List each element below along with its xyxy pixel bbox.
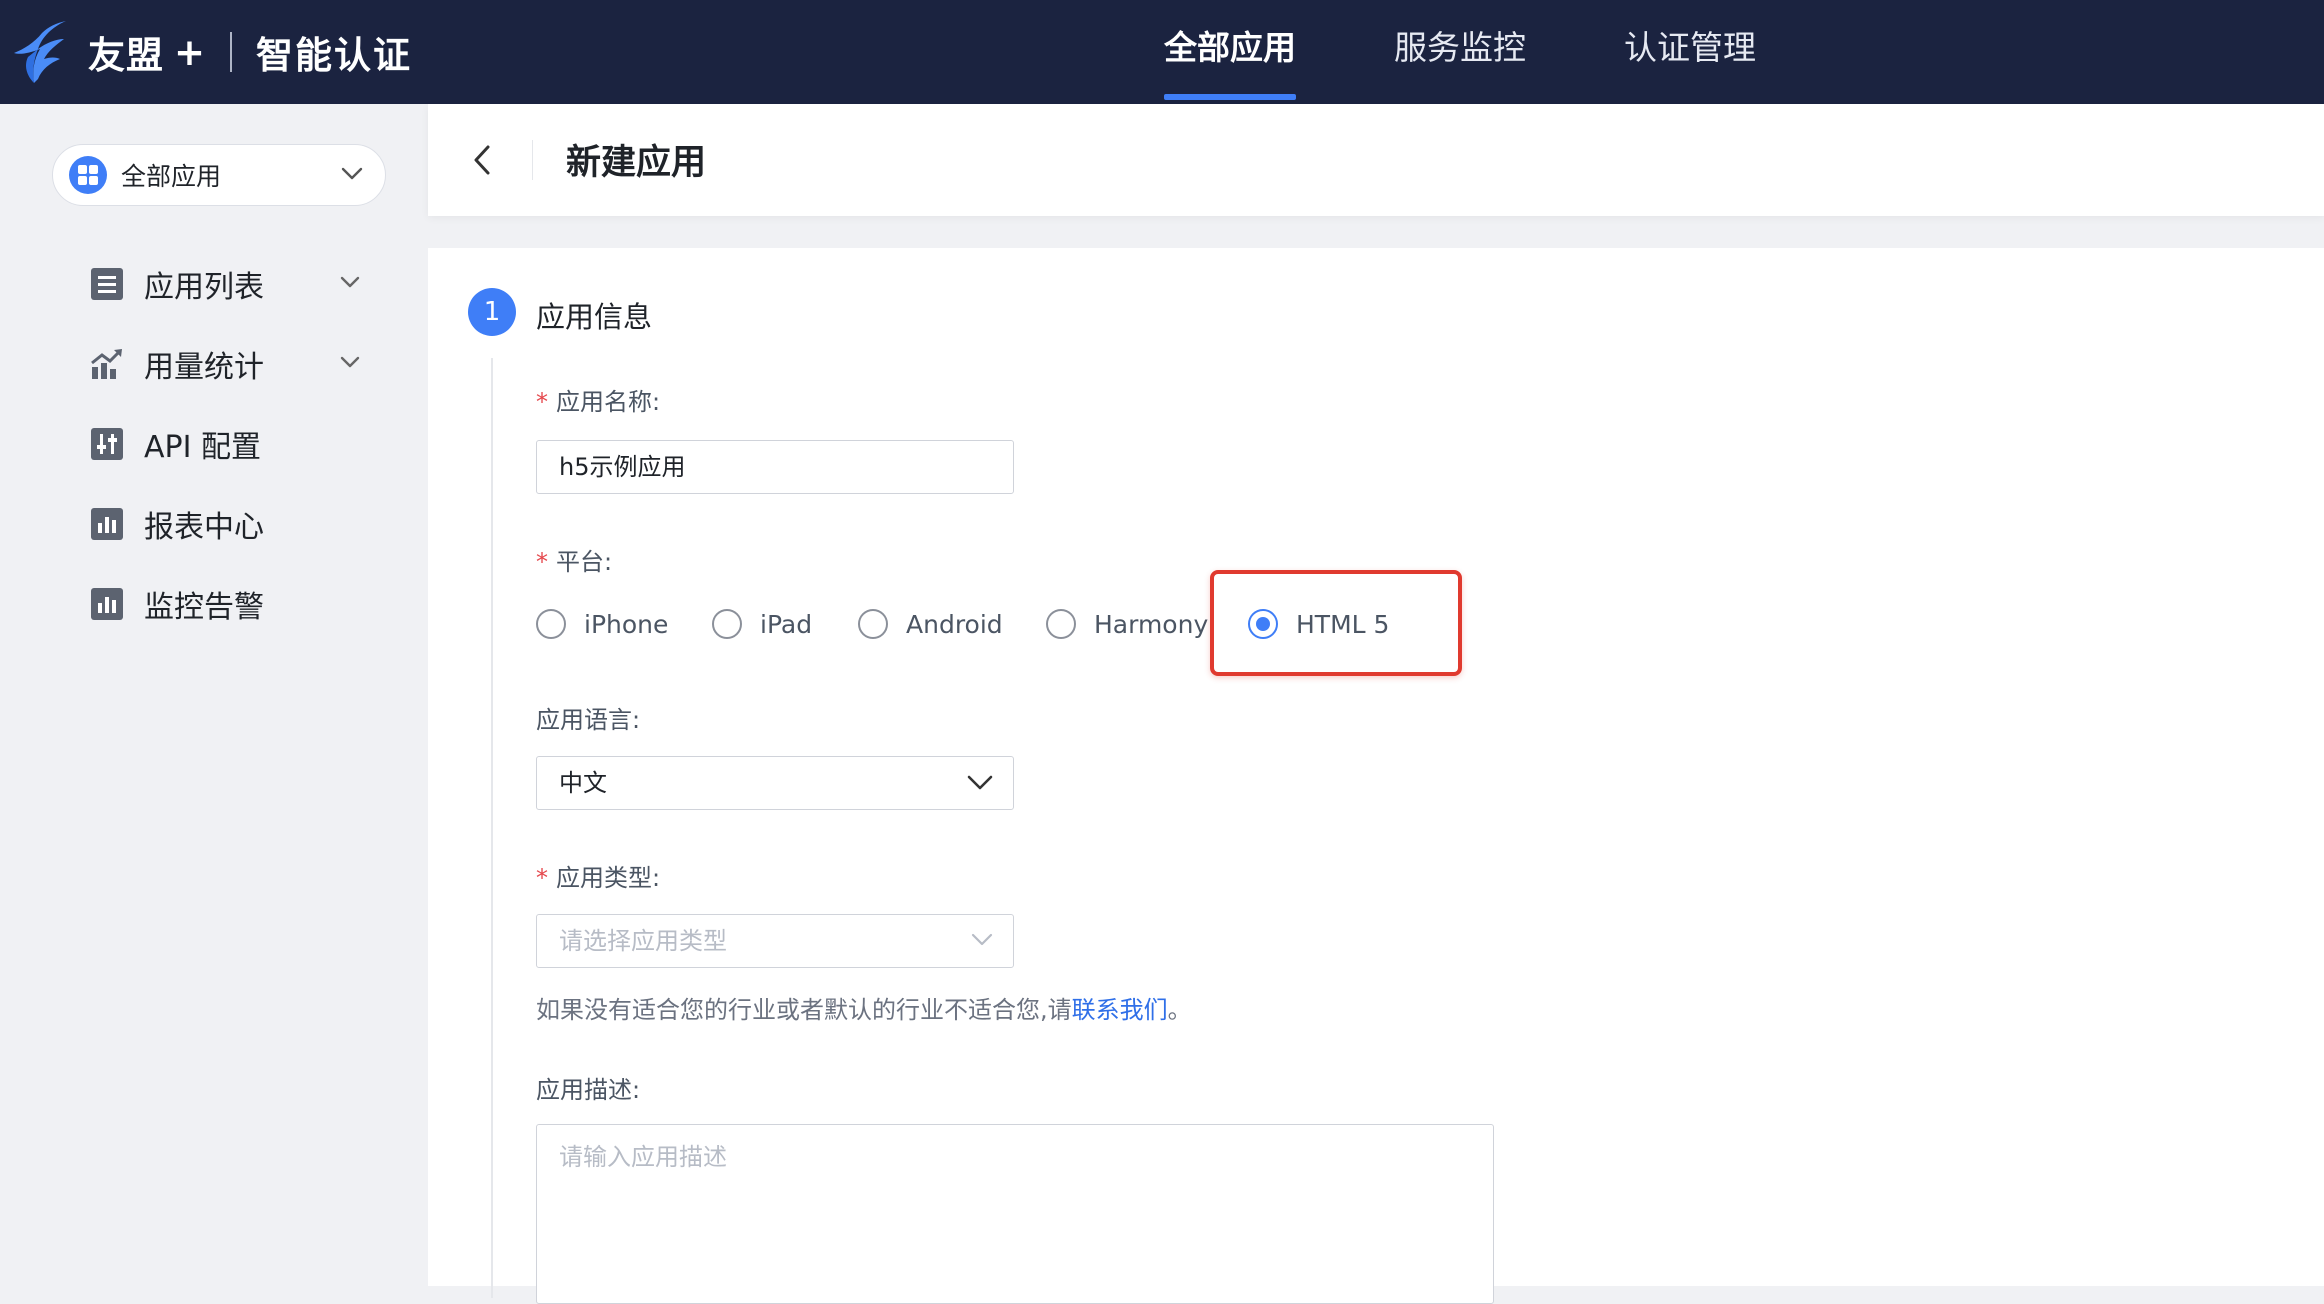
api-config-icon	[91, 428, 123, 460]
language-label: 应用语言:	[536, 706, 641, 734]
hint-end: 。	[1167, 996, 1192, 1024]
chevron-down-icon	[340, 356, 360, 368]
app-selector[interactable]: 全部应用	[52, 144, 386, 206]
app-type-label: * 应用类型:	[536, 858, 660, 893]
sidebar-item-report-center[interactable]: 报表中心	[90, 484, 360, 564]
sidebar-item-label: API 配置	[144, 430, 261, 465]
required-mark: *	[536, 388, 548, 416]
nav-service-monitor[interactable]: 服务监控	[1394, 0, 1526, 104]
sidebar-item-usage-stats[interactable]: 用量统计	[90, 324, 360, 404]
app-selector-label: 全部应用	[121, 162, 222, 191]
sidebar: 全部应用 应用列表 用量统计 API 配置 报表中心 监控告警	[0, 104, 428, 1286]
step-number-badge: 1	[468, 288, 516, 336]
header-divider	[532, 140, 533, 180]
platform-radio-android[interactable]: Android	[858, 604, 1003, 644]
trend-chart-icon	[91, 349, 122, 379]
nav-all-apps[interactable]: 全部应用	[1164, 0, 1296, 104]
page-header: 新建应用	[428, 104, 2324, 216]
app-type-select[interactable]: 请选择应用类型	[536, 914, 1014, 968]
top-bar: 友盟 + 智能认证 全部应用 服务监控 认证管理	[0, 0, 2324, 104]
brand-plus: +	[174, 30, 207, 74]
sidebar-item-label: 报表中心	[144, 510, 264, 545]
nav-auth-management[interactable]: 认证管理	[1624, 0, 1756, 104]
chevron-down-icon	[341, 167, 363, 180]
radio-circle	[1046, 609, 1076, 639]
bar-chart-icon	[91, 588, 123, 620]
radio-circle	[712, 609, 742, 639]
required-mark: *	[536, 864, 548, 892]
platform-radio-harmony[interactable]: Harmony	[1046, 604, 1208, 644]
app-type-label-text: 应用类型:	[556, 864, 661, 892]
language-select[interactable]: 中文	[536, 756, 1014, 810]
chevron-down-icon	[340, 276, 360, 288]
app-name-input[interactable]: h5示例应用	[536, 440, 1014, 494]
radio-circle	[536, 609, 566, 639]
grid-icon	[69, 156, 107, 194]
bar-chart-icon	[91, 508, 123, 540]
page-title: 新建应用	[566, 143, 707, 183]
chevron-down-icon	[971, 933, 993, 946]
required-mark: *	[536, 548, 548, 576]
app-name-label: * 应用名称:	[536, 382, 660, 417]
sidebar-item-label: 监控告警	[144, 590, 264, 625]
sidebar-item-app-list[interactable]: 应用列表	[90, 244, 360, 324]
radio-label: Android	[906, 609, 1003, 639]
platform-label: * 平台:	[536, 542, 612, 577]
umeng-logo-icon	[14, 21, 66, 83]
radio-label: Harmony	[1094, 609, 1209, 639]
brand-name: 友盟	[88, 34, 164, 77]
description-label: 应用描述:	[536, 1076, 641, 1104]
contact-us-link[interactable]: 联系我们	[1072, 996, 1168, 1024]
back-arrow-icon[interactable]	[472, 144, 492, 176]
radio-circle	[858, 609, 888, 639]
html5-highlight-box	[1210, 570, 1462, 676]
step-title: 应用信息	[536, 300, 653, 334]
radio-label: iPad	[760, 609, 813, 639]
app-info-form: 1 应用信息 * 应用名称: h5示例应用 * 平台: iPhone iPad An…	[428, 248, 2324, 1304]
app-name-label-text: 应用名称:	[556, 388, 661, 416]
industry-hint: 如果没有适合您的行业或者默认的行业不适合您,请联系我们。	[536, 990, 1192, 1025]
brand-product: 智能认证	[256, 34, 413, 77]
step-connector-line	[491, 358, 493, 1298]
description-textarea[interactable]: 请输入应用描述	[536, 1124, 1494, 1304]
brand[interactable]: 友盟 + 智能认证	[12, 0, 412, 104]
brand-divider	[230, 32, 233, 72]
list-icon	[91, 268, 123, 300]
language-select-value: 中文	[559, 769, 607, 797]
platform-radio-ipad[interactable]: iPad	[712, 604, 812, 644]
chevron-down-icon	[967, 775, 993, 790]
sidebar-item-api-config[interactable]: API 配置	[90, 404, 360, 484]
radio-label: iPhone	[584, 609, 669, 639]
sidebar-item-label: 应用列表	[144, 270, 264, 305]
app-type-placeholder: 请选择应用类型	[559, 927, 727, 955]
platform-radio-iphone[interactable]: iPhone	[536, 604, 668, 644]
hint-text: 如果没有适合您的行业或者默认的行业不适合您,请	[536, 996, 1072, 1024]
sidebar-item-monitor-alerts[interactable]: 监控告警	[90, 564, 360, 644]
platform-label-text: 平台:	[556, 548, 613, 576]
top-nav: 全部应用 服务监控 认证管理	[1164, 0, 1854, 104]
sidebar-item-label: 用量统计	[144, 350, 264, 385]
sidebar-menu: 应用列表 用量统计 API 配置 报表中心 监控告警	[90, 244, 360, 644]
